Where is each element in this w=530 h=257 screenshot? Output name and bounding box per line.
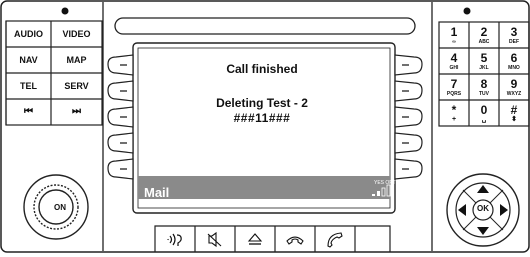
voice-control-icon: [167, 233, 182, 246]
eject-button[interactable]: [235, 226, 275, 252]
key-4[interactable]: 4 GHI: [439, 48, 469, 74]
key-2[interactable]: 2 ABC: [469, 22, 499, 48]
left-soft-key-3[interactable]: [108, 107, 133, 127]
mute-button[interactable]: [195, 226, 235, 252]
serv-button-label: SERV: [64, 81, 89, 91]
previous-track-icon: ⏮: [24, 106, 33, 117]
audio-button-label: AUDIO: [14, 29, 43, 39]
right-soft-key-2[interactable]: [395, 81, 422, 101]
key-3[interactable]: 3 DEF: [499, 22, 529, 48]
key-1-digit: 1: [450, 25, 458, 39]
call-button[interactable]: [315, 226, 355, 252]
audio-button[interactable]: AUDIO: [6, 21, 51, 47]
tel-button-label: TEL: [20, 81, 37, 91]
key-star-digit: *: [451, 103, 457, 117]
key-5-digit: 5: [480, 51, 488, 65]
power-knob-label: ON: [54, 203, 66, 212]
tel-button[interactable]: TEL: [6, 73, 51, 99]
key-0[interactable]: 0 ␣: [469, 100, 499, 126]
key-7-letters: PQRS: [446, 91, 462, 97]
key-5[interactable]: 5 JKL: [469, 48, 499, 74]
arrow-left-icon: [458, 204, 466, 216]
map-button-label: MAP: [66, 55, 87, 65]
controller-right-button[interactable]: [497, 199, 511, 221]
voice-control-button[interactable]: [155, 226, 195, 252]
key-2-letters: ABC: [478, 39, 490, 45]
hang-up-button[interactable]: [275, 226, 315, 252]
left-indicator-dot: [61, 7, 69, 15]
key-hash-digit: #: [510, 103, 518, 117]
key-hash-shift-icon: ⬍: [511, 116, 517, 123]
key-6[interactable]: 6 MNO: [499, 48, 529, 74]
controller-down-button[interactable]: [472, 224, 494, 238]
previous-track-button[interactable]: ⏮: [6, 99, 51, 125]
display-line-2: ###11###: [233, 111, 291, 125]
left-soft-key-1[interactable]: [108, 55, 133, 75]
head-unit: AUDIO VIDEO NAV MAP TEL SERV ⏮ ⏭ ON Call…: [0, 0, 530, 253]
right-soft-key-3[interactable]: [395, 107, 422, 127]
right-soft-key-5[interactable]: [395, 159, 422, 179]
controller-left-button[interactable]: [455, 199, 469, 221]
next-track-button[interactable]: ⏭: [51, 99, 102, 125]
status-bar-label: Mail: [144, 185, 170, 200]
key-3-letters: DEF: [509, 39, 519, 45]
controller-up-button[interactable]: [472, 182, 494, 196]
key-hash[interactable]: # ⬍: [499, 100, 529, 126]
right-soft-key-1[interactable]: [395, 55, 422, 75]
key-8[interactable]: 8 TUV: [469, 74, 499, 100]
arrow-right-icon: [500, 204, 508, 216]
video-button[interactable]: VIDEO: [51, 21, 102, 47]
key-star-plus: +: [451, 116, 457, 123]
left-soft-key-4[interactable]: [108, 133, 133, 153]
key-7-digit: 7: [450, 77, 458, 91]
key-7[interactable]: 7 PQRS: [439, 74, 469, 100]
nav-button[interactable]: NAV: [6, 47, 51, 73]
nav-button-label: NAV: [19, 55, 38, 65]
key-6-digit: 6: [510, 51, 518, 65]
map-button[interactable]: MAP: [51, 47, 102, 73]
key-4-digit: 4: [450, 51, 458, 65]
key-9-letters: WXYZ: [506, 91, 522, 97]
key-4-letters: GHI: [449, 65, 459, 71]
serv-button[interactable]: SERV: [51, 73, 102, 99]
key-9[interactable]: 9 WXYZ: [499, 74, 529, 100]
eject-icon: [247, 233, 263, 245]
key-8-digit: 8: [480, 77, 488, 91]
key-2-digit: 2: [480, 25, 488, 39]
hang-up-icon: [286, 236, 304, 245]
key-1-voicemail-icon: ∞: [452, 39, 456, 45]
video-button-label: VIDEO: [62, 29, 91, 39]
right-soft-key-4[interactable]: [395, 133, 422, 153]
disc-slot: [115, 18, 415, 34]
next-track-icon: ⏭: [72, 106, 81, 117]
arrow-up-icon: [477, 185, 489, 193]
call-icon: [327, 232, 343, 248]
left-soft-key-2[interactable]: [108, 81, 133, 101]
display-title: Call finished: [226, 62, 298, 76]
controller-ok-label: OK: [477, 204, 489, 213]
key-0-space-icon: ␣: [481, 116, 487, 123]
key-6-letters: MNO: [508, 65, 520, 71]
arrow-down-icon: [477, 227, 489, 235]
key-8-letters: TUV: [479, 91, 489, 97]
signal-strength-icon: [370, 185, 392, 197]
left-soft-key-5[interactable]: [108, 159, 133, 179]
display-line-1: Deleting Test - 2: [216, 96, 308, 110]
key-5-letters: JKL: [479, 65, 489, 71]
key-9-digit: 9: [510, 77, 518, 91]
key-1[interactable]: 1 ∞: [439, 22, 469, 48]
key-0-digit: 0: [480, 103, 488, 117]
right-indicator-dot: [463, 7, 471, 15]
key-3-digit: 3: [510, 25, 518, 39]
mute-icon: [207, 231, 222, 248]
key-star[interactable]: * +: [439, 100, 469, 126]
